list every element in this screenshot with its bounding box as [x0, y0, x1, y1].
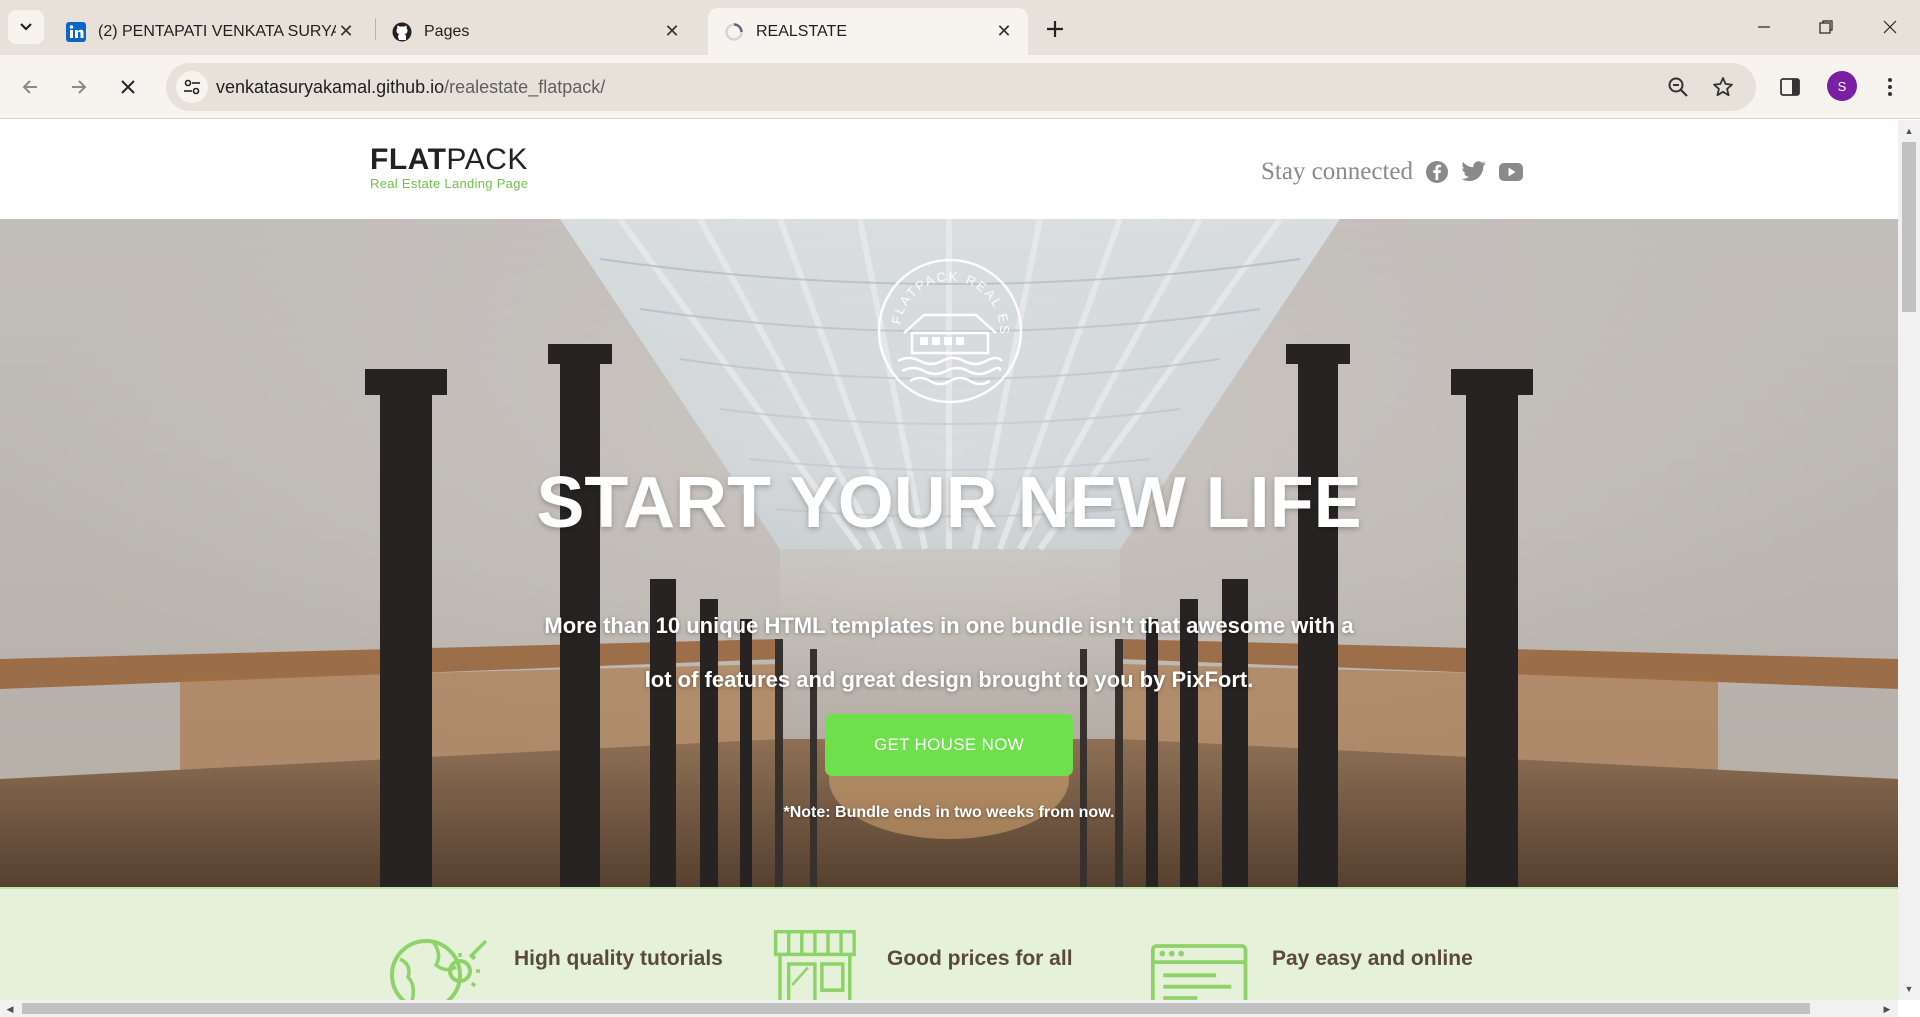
scroll-up-arrow-icon[interactable]: ▲ [1902, 124, 1916, 138]
forward-button[interactable] [61, 69, 97, 105]
features-section: High quality tutorials Good prices for a… [0, 887, 1898, 1000]
tab-search-button[interactable] [8, 10, 44, 44]
back-button[interactable] [12, 69, 48, 105]
minimize-button[interactable] [1744, 10, 1784, 44]
plus-icon [1047, 21, 1063, 37]
logo-tagline: Real Estate Landing Page [370, 176, 529, 191]
close-tab-icon[interactable]: ✕ [994, 21, 1014, 42]
restore-button[interactable] [1806, 10, 1846, 44]
tab-realstate[interactable]: REALSTATE ✕ [708, 8, 1028, 55]
loading-icon [724, 22, 744, 42]
feature-item: High quality tutorials [386, 929, 723, 1000]
stop-loading-button[interactable] [110, 69, 146, 105]
feature-title: High quality tutorials [514, 947, 723, 970]
twitter-icon[interactable] [1459, 159, 1489, 185]
arrow-left-icon [22, 80, 37, 94]
vertical-scroll-thumb[interactable] [1902, 142, 1916, 312]
browser-window-icon [1150, 944, 1248, 1000]
url-text[interactable]: venkatasuryakamal.github.io/realestate_f… [216, 77, 605, 98]
hero-description-line: lot of features and great design brought… [644, 667, 1254, 692]
side-panel-button[interactable] [1774, 71, 1806, 103]
social-links: Stay connected [1261, 158, 1526, 186]
close-window-button[interactable] [1870, 10, 1910, 44]
emblem-logo: FLATPACK REAL ESTATE [876, 257, 1023, 404]
close-icon [121, 80, 135, 94]
feature-title: Pay easy and online [1272, 947, 1473, 970]
vertical-scrollbar[interactable]: ▲ ▼ [1898, 120, 1920, 1000]
scroll-right-arrow-icon[interactable]: ▶ [1880, 1002, 1894, 1016]
globe-icon [390, 939, 488, 1000]
storefront-icon [773, 929, 856, 1000]
address-bar[interactable]: venkatasuryakamal.github.io/realestate_f… [166, 63, 1756, 111]
svg-text:FLATPACK REAL ESTATE: FLATPACK REAL ESTATE [876, 257, 1012, 336]
hero-section: FLATPACK REAL ESTATE START YOUR NEW LIFE… [0, 219, 1898, 887]
tab-linkedin[interactable]: (2) PENTAPATI VENKATA SURYA ✕ [50, 8, 370, 55]
close-tab-icon[interactable]: ✕ [336, 21, 356, 42]
close-tab-icon[interactable]: ✕ [662, 21, 682, 42]
restore-icon [1819, 20, 1833, 34]
tab-pages[interactable]: Pages ✕ [376, 8, 696, 55]
horizontal-scroll-thumb[interactable] [22, 1003, 1810, 1014]
tune-icon [184, 79, 200, 95]
more-vertical-icon [1888, 78, 1892, 96]
scroll-left-arrow-icon[interactable]: ◀ [3, 1002, 17, 1016]
page-viewport: FLATPACK Real Estate Landing Page Stay c… [0, 120, 1898, 1000]
linkedin-icon [66, 21, 86, 42]
site-logo[interactable]: FLATPACK Real Estate Landing Page [370, 143, 529, 192]
hero-note: *Note: Bundle ends in two weeks from now… [783, 804, 1115, 821]
star-icon [1713, 77, 1733, 97]
zoom-button[interactable] [1666, 75, 1690, 99]
social-label: Stay connected [1260, 158, 1413, 185]
close-icon [1883, 20, 1897, 34]
minimize-icon [1758, 26, 1770, 28]
browser-toolbar: venkatasuryakamal.github.io/realestate_f… [0, 55, 1920, 119]
tab-title: REALSTATE [756, 22, 847, 40]
logo-wordmark: FLATPACK [370, 143, 528, 176]
zoom-icon [1668, 77, 1688, 97]
bookmark-button[interactable] [1711, 75, 1735, 99]
get-house-now-button[interactable]: GET HOUSE NOW [825, 714, 1073, 776]
hero-description-line: More than 10 unique HTML templates in on… [544, 613, 1354, 638]
feature-title: Good prices for all [887, 947, 1073, 970]
arrow-right-icon [72, 80, 87, 94]
url-host: venkatasuryakamal.github.io [216, 77, 445, 97]
hero-title: START YOUR NEW LIFE [536, 463, 1362, 543]
browser-menu-button[interactable] [1874, 71, 1906, 103]
new-tab-button[interactable] [1040, 14, 1070, 44]
scroll-down-arrow-icon[interactable]: ▼ [1902, 982, 1916, 996]
feature-item: Pay easy and online [1150, 941, 1473, 1000]
profile-avatar[interactable]: S [1827, 71, 1857, 101]
github-icon [392, 22, 412, 42]
hero-description: More than 10 unique HTML templates in on… [509, 599, 1389, 707]
url-path: /realestate_flatpack/ [444, 77, 606, 97]
chevron-down-icon [20, 23, 32, 31]
feature-item: Good prices for all [773, 919, 1073, 1000]
site-info-button[interactable] [176, 71, 208, 103]
horizontal-scrollbar[interactable]: ◀ ▶ [0, 1000, 1898, 1017]
browser-tab-strip: (2) PENTAPATI VENKATA SURYA ✕ Pages ✕ RE… [0, 0, 1920, 55]
tab-title: Pages [424, 22, 470, 40]
youtube-icon[interactable] [1496, 159, 1526, 185]
site-header: FLATPACK Real Estate Landing Page Stay c… [0, 120, 1898, 219]
tab-title: (2) PENTAPATI VENKATA SURYA [98, 22, 336, 40]
facebook-icon[interactable] [1422, 159, 1452, 185]
side-panel-icon [1780, 78, 1800, 96]
